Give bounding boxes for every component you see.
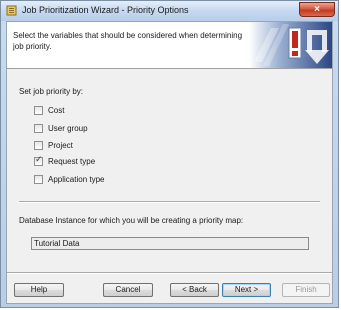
set-priority-label: Set job priority by:	[19, 87, 84, 96]
section-divider	[19, 201, 320, 203]
database-instance-field[interactable]: Tutorial Data	[31, 237, 309, 250]
back-button[interactable]: < Back	[170, 283, 219, 297]
project-label: Project	[48, 140, 73, 150]
database-instance-label: Database Instance for which you will be …	[19, 216, 244, 225]
option-project[interactable]: Project	[34, 139, 73, 151]
application-type-label: Application type	[48, 174, 105, 184]
help-button[interactable]: Help	[14, 283, 64, 297]
wizard-window: Job Prioritization Wizard - Priority Opt…	[0, 0, 339, 308]
wizard-app-icon	[6, 5, 17, 16]
request-type-checkbox[interactable]	[34, 155, 43, 166]
project-checkbox[interactable]	[34, 140, 43, 150]
request-type-label: Request type	[48, 156, 96, 166]
wizard-footer: Help Cancel < Back Next > Finish	[7, 274, 332, 303]
cancel-button[interactable]: Cancel	[103, 283, 153, 297]
close-button[interactable]: ×	[299, 2, 335, 17]
close-icon: ×	[314, 4, 320, 15]
option-request-type[interactable]: Request type	[34, 155, 95, 167]
option-application-type[interactable]: Application type	[34, 173, 104, 185]
wizard-header: Select the variables that should be cons…	[7, 22, 332, 69]
next-button[interactable]: Next >	[222, 283, 271, 297]
cost-label: Cost	[48, 105, 65, 115]
finish-button[interactable]: Finish	[282, 283, 330, 297]
option-cost[interactable]: Cost	[34, 104, 64, 116]
user-group-checkbox[interactable]	[34, 123, 43, 133]
option-user-group[interactable]: User group	[34, 122, 88, 134]
priority-banner-icon	[249, 22, 332, 68]
header-instruction: Select the variables that should be cons…	[13, 31, 243, 51]
application-type-checkbox[interactable]	[34, 174, 43, 184]
cost-checkbox[interactable]	[34, 105, 43, 115]
title-bar[interactable]: Job Prioritization Wizard - Priority Opt…	[1, 1, 338, 21]
user-group-label: User group	[48, 123, 88, 133]
wizard-client-area: Select the variables that should be cons…	[6, 21, 333, 304]
window-title: Job Prioritization Wizard - Priority Opt…	[22, 5, 189, 15]
